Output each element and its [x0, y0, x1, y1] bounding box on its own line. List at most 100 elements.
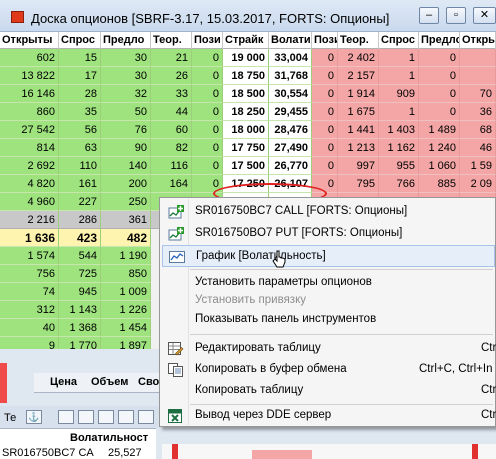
table-cell[interactable]: 1 162	[379, 139, 419, 157]
table-cell[interactable]: 19 000	[223, 49, 269, 67]
table-cell[interactable]: 0	[192, 103, 223, 121]
table-cell[interactable]: 814	[0, 139, 59, 157]
toolbar-button[interactable]	[118, 410, 134, 424]
table-cell[interactable]: 26	[151, 67, 192, 85]
table-cell[interactable]: 44	[151, 103, 192, 121]
table-cell[interactable]: 40	[0, 319, 59, 337]
table-cell[interactable]: 74	[0, 283, 59, 301]
table-cell[interactable]: 1 441	[338, 121, 379, 139]
anchor-icon[interactable]: ⚓	[26, 410, 42, 424]
title-bar[interactable]: Доска опционов [SBRF-3.17, 15.03.2017, F…	[0, 0, 496, 32]
table-cell[interactable]: 60	[151, 121, 192, 139]
table-cell[interactable]: 1	[379, 67, 419, 85]
toolbar-button[interactable]	[98, 410, 114, 424]
table-cell[interactable]: 110	[59, 157, 101, 175]
table-cell[interactable]: 423	[59, 229, 101, 247]
table-cell[interactable]: 28,476	[269, 121, 312, 139]
table-cell[interactable]: 28	[59, 85, 101, 103]
table-cell[interactable]: 1 213	[338, 139, 379, 157]
menu-item-dde-export[interactable]: Вывод через DDE сервер Ctr	[162, 405, 496, 427]
table-cell[interactable]: 0	[312, 67, 338, 85]
table-cell[interactable]: 1	[379, 49, 419, 67]
table-cell[interactable]: 18 500	[223, 85, 269, 103]
menu-item-volatility-chart[interactable]: График [Волатильность]	[162, 245, 495, 267]
column-header[interactable]: Теор.	[338, 32, 379, 49]
table-cell[interactable]: 0	[192, 49, 223, 67]
column-header[interactable]: Предло	[419, 32, 460, 49]
column-header[interactable]: Предло	[101, 32, 151, 49]
toolbar-button[interactable]	[138, 410, 154, 424]
table-cell[interactable]: 725	[59, 265, 101, 283]
table-cell[interactable]: 0	[419, 67, 460, 85]
table-cell[interactable]: 56	[59, 121, 101, 139]
table-cell[interactable]: 997	[338, 157, 379, 175]
menu-item-show-toolbar[interactable]: Показывать панель инструментов	[162, 309, 495, 331]
table-cell[interactable]: 1 403	[379, 121, 419, 139]
table-cell[interactable]: 795	[338, 175, 379, 193]
table-cell[interactable]: 17	[59, 67, 101, 85]
table-cell[interactable]: 16 146	[0, 85, 59, 103]
table-cell[interactable]: 0	[419, 103, 460, 121]
table-cell[interactable]: 32	[101, 85, 151, 103]
menu-item-put-chart[interactable]: SR016750BO7 PUT [FORTS: Опционы]	[162, 223, 495, 245]
volatility-header[interactable]: Волатильност	[70, 432, 148, 444]
column-header[interactable]: Спрос	[59, 32, 101, 49]
table-cell[interactable]: 4 820	[0, 175, 59, 193]
table-cell[interactable]: 1 59	[460, 157, 496, 175]
table-cell[interactable]: 2 157	[338, 67, 379, 85]
table-cell[interactable]: 1 009	[101, 283, 151, 301]
table-cell[interactable]: 250	[101, 193, 151, 211]
table-cell[interactable]: 0	[419, 49, 460, 67]
menu-item-call-chart[interactable]: SR016750BC7 CALL [FORTS: Опционы]	[162, 201, 495, 223]
table-cell[interactable]: 1 060	[419, 157, 460, 175]
table-cell[interactable]: 1 240	[419, 139, 460, 157]
table-row[interactable]: 16 146 28 32 33 0 18 500 30,554 0 1 914 909 0 70	[0, 85, 496, 103]
panel-tab-label[interactable]: Те	[4, 412, 16, 424]
table-cell[interactable]: 63	[59, 139, 101, 157]
table-cell[interactable]: 1 675	[338, 103, 379, 121]
table-cell[interactable]: 4 960	[0, 193, 59, 211]
table-cell[interactable]: 0	[312, 103, 338, 121]
table-cell[interactable]: 13 822	[0, 67, 59, 85]
table-cell[interactable]: 36	[460, 103, 496, 121]
maximize-button[interactable]: ▫	[446, 7, 466, 24]
table-cell[interactable]: 35	[59, 103, 101, 121]
table-row[interactable]: 27 542 56 76 60 0 18 000 28,476 0 1 441 1 403 1 48…	[0, 121, 496, 139]
table-cell[interactable]: 140	[101, 157, 151, 175]
table-cell[interactable]: 0	[192, 67, 223, 85]
table-cell[interactable]: 0	[312, 49, 338, 67]
table-cell[interactable]: 1 368	[59, 319, 101, 337]
column-header[interactable]: Страйк	[223, 32, 269, 49]
table-cell[interactable]: 945	[59, 283, 101, 301]
table-row[interactable]: 814 63 90 82 0 17 750 27,490 0 1 213 1 162 1 240 46	[0, 139, 496, 157]
column-header[interactable]: Теор.	[151, 32, 192, 49]
table-cell[interactable]: 544	[59, 247, 101, 265]
table-cell[interactable]: 955	[379, 157, 419, 175]
menu-item-edit-table[interactable]: Редактировать таблицу Ctr	[162, 338, 496, 360]
table-cell[interactable]: 30,554	[269, 85, 312, 103]
volume-header[interactable]: Объем	[91, 376, 128, 388]
table-cell[interactable]: 286	[59, 211, 101, 229]
table-cell[interactable]: 1 454	[101, 319, 151, 337]
table-cell[interactable]: 33	[151, 85, 192, 103]
table-cell[interactable]: 1 636	[0, 229, 59, 247]
table-cell[interactable]: 1 226	[101, 301, 151, 319]
table-cell[interactable]: 76	[101, 121, 151, 139]
table-cell[interactable]: 27 542	[0, 121, 59, 139]
menu-item-copy-table[interactable]: Копировать таблицу Ctr	[162, 380, 496, 402]
table-row[interactable]: 602 15 30 21 0 19 000 33,004 0 2 402 1 0	[0, 49, 496, 67]
table-cell[interactable]: 227	[59, 193, 101, 211]
table-cell[interactable]: 0	[312, 157, 338, 175]
table-cell[interactable]: 1 190	[101, 247, 151, 265]
instrument-name[interactable]: SR016750BC7 CA	[2, 447, 94, 459]
table-cell[interactable]: 885	[419, 175, 460, 193]
table-cell[interactable]: 18 000	[223, 121, 269, 139]
table-cell[interactable]: 766	[379, 175, 419, 193]
table-cell[interactable]: 2 09	[460, 175, 496, 193]
table-cell[interactable]: 68	[460, 121, 496, 139]
table-cell[interactable]: 0	[192, 121, 223, 139]
table-cell[interactable]: 50	[101, 103, 151, 121]
table-cell[interactable]: 1 143	[59, 301, 101, 319]
menu-item-copy-clipboard[interactable]: Копировать в буфер обмена Ctrl+C, Ctrl+I…	[162, 359, 495, 381]
table-cell[interactable]: 30	[101, 49, 151, 67]
